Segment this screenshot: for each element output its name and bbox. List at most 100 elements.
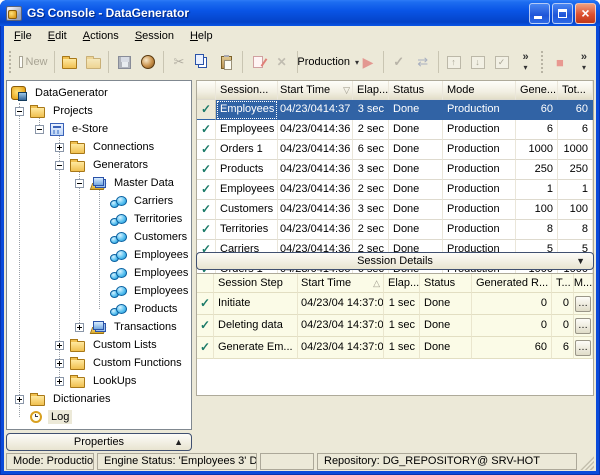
- menu-edit[interactable]: Edit: [40, 27, 75, 45]
- toolbar-grip[interactable]: [541, 51, 545, 73]
- edit-icon: [253, 56, 263, 68]
- ellipsis-button[interactable]: …: [575, 318, 591, 334]
- column-header-status[interactable]: Status: [389, 81, 443, 100]
- apply-button[interactable]: ✓: [387, 50, 411, 74]
- session-row[interactable]: ✓Employees04/23/0414:373 secDoneProducti…: [197, 100, 593, 120]
- export-up-button[interactable]: ↑: [442, 50, 466, 74]
- import-down-button[interactable]: ↓: [466, 50, 490, 74]
- cell-start-time: 04/23/04 14:37:04: [298, 315, 384, 337]
- close-button[interactable]: ×: [575, 3, 596, 24]
- tree-item-e-store[interactable]: e-Store: [7, 120, 191, 138]
- folder-up-button[interactable]: [81, 50, 105, 74]
- tree-item-territories[interactable]: Territories: [7, 210, 191, 228]
- column-header-elapsed[interactable]: Elap...: [384, 274, 420, 293]
- expand-icon[interactable]: [15, 395, 24, 404]
- check-column-header[interactable]: [197, 81, 216, 100]
- open-button[interactable]: [57, 50, 81, 74]
- tree-item-customers[interactable]: Customers: [7, 228, 191, 246]
- session-row[interactable]: ✓Employees04/23/0414:362 secDoneProducti…: [197, 180, 593, 200]
- tree-item-lookups[interactable]: LookUps: [7, 372, 191, 390]
- stop-button[interactable]: ■: [548, 50, 572, 74]
- properties-panel-button[interactable]: Properties ▲: [6, 433, 192, 451]
- column-header-session[interactable]: Session...: [216, 81, 278, 100]
- toolbar-grip[interactable]: [9, 51, 13, 73]
- session-step-row[interactable]: ✓Deleting data04/23/04 14:37:041 secDone…: [197, 315, 593, 337]
- session-details-panel-button[interactable]: Session Details ▼: [196, 252, 594, 270]
- tree-item-connections[interactable]: Connections: [7, 138, 191, 156]
- run-button[interactable]: ▶: [356, 50, 380, 74]
- column-header-generated[interactable]: Gene...: [516, 81, 558, 100]
- menu-session[interactable]: Session: [127, 27, 182, 45]
- menu-help[interactable]: Help: [182, 27, 221, 45]
- session-row[interactable]: ✓Territories04/23/0414:362 secDoneProduc…: [197, 220, 593, 240]
- collapse-icon[interactable]: [75, 179, 84, 188]
- session-row[interactable]: ✓Orders 104/23/0414:366 secDoneProductio…: [197, 140, 593, 160]
- minimize-button[interactable]: [529, 3, 550, 24]
- column-header-total[interactable]: Tot...: [558, 81, 593, 100]
- session-row[interactable]: ✓Employees04/23/0414:362 secDoneProducti…: [197, 120, 593, 140]
- tree-item-datagenerator[interactable]: DataGenerator: [7, 84, 191, 102]
- tree-item-employees-2[interactable]: Employees 2: [7, 264, 191, 282]
- session-step-row[interactable]: ✓Initiate04/23/04 14:37:031 secDone00…: [197, 293, 593, 315]
- session-row[interactable]: ✓Products04/23/0414:363 secDoneProductio…: [197, 160, 593, 180]
- delete-button[interactable]: ✕: [270, 50, 294, 74]
- expand-icon[interactable]: [55, 143, 64, 152]
- tree-item-generators[interactable]: Generators: [7, 156, 191, 174]
- swap-button[interactable]: ⇄: [411, 50, 435, 74]
- ellipsis-button[interactable]: …: [575, 296, 591, 312]
- data-stack-icon: [90, 177, 107, 190]
- title-bar[interactable]: GS Console - DataGenerator ×: [0, 0, 600, 26]
- tree-item-employees-1[interactable]: Employees 1: [7, 246, 191, 264]
- expand-icon[interactable]: [55, 341, 64, 350]
- tree-item-log[interactable]: Log: [7, 408, 191, 426]
- toolbar-overflow-button[interactable]: »▾: [572, 50, 596, 74]
- column-header-elapsed[interactable]: Elap...: [353, 81, 389, 100]
- menu-actions[interactable]: Actions: [75, 27, 127, 45]
- expand-icon[interactable]: [55, 359, 64, 368]
- column-header-start-time[interactable]: Start Time△: [298, 274, 384, 293]
- deploy-button[interactable]: [136, 50, 160, 74]
- collapse-icon[interactable]: [55, 161, 64, 170]
- tree-item-employees-3[interactable]: Employees 3: [7, 282, 191, 300]
- column-header-session-step[interactable]: Session Step: [214, 274, 298, 293]
- save-button[interactable]: [112, 50, 136, 74]
- column-header-m[interactable]: M...: [574, 274, 593, 293]
- check-column-header[interactable]: [197, 274, 214, 293]
- production-dropdown[interactable]: Production▾: [301, 50, 356, 74]
- expand-icon[interactable]: [75, 323, 84, 332]
- session-row[interactable]: ✓Customers04/23/0414:363 secDoneProducti…: [197, 200, 593, 220]
- copy-button[interactable]: [191, 50, 215, 74]
- menu-file[interactable]: File: [6, 27, 40, 45]
- tree-item-custom-functions[interactable]: Custom Functions: [7, 354, 191, 372]
- column-header-generated-rows[interactable]: Generated R...: [472, 274, 552, 293]
- check-icon: ✓: [200, 296, 210, 310]
- tree-item-transactions[interactable]: Transactions: [7, 318, 191, 336]
- session-step-row[interactable]: ✓Generate Em...04/23/04 14:37:051 secDon…: [197, 337, 593, 359]
- tree-item-projects[interactable]: Projects: [7, 102, 191, 120]
- tree-item-custom-lists[interactable]: Custom Lists: [7, 336, 191, 354]
- tree-item-dictionaries[interactable]: Dictionaries: [7, 390, 191, 408]
- collapse-icon[interactable]: [15, 107, 24, 116]
- cut-button[interactable]: ✂: [167, 50, 191, 74]
- ellipsis-button[interactable]: …: [575, 340, 591, 356]
- resize-grip[interactable]: [580, 453, 594, 470]
- paste-button[interactable]: [215, 50, 239, 74]
- expand-icon[interactable]: [55, 377, 64, 386]
- column-header-start-time[interactable]: Start Time▽: [278, 81, 353, 100]
- maximize-button[interactable]: [552, 3, 573, 24]
- tree-item-master-data[interactable]: Master Data: [7, 174, 191, 192]
- cell-start-time: 04/23/0414:36: [278, 140, 353, 160]
- column-header-status[interactable]: Status: [420, 274, 472, 293]
- generator-icon: [110, 231, 127, 244]
- cell-more: …: [574, 293, 593, 315]
- tree-item-products[interactable]: Products: [7, 300, 191, 318]
- column-header-mode[interactable]: Mode: [443, 81, 516, 100]
- cell-check: ✓: [197, 160, 216, 180]
- column-header-t[interactable]: T...: [552, 274, 574, 293]
- toolbar-overflow-button[interactable]: »▾: [514, 50, 538, 74]
- checkbox-button[interactable]: ✓: [490, 50, 514, 74]
- collapse-icon[interactable]: [35, 125, 44, 134]
- tree-item-carriers[interactable]: Carriers: [7, 192, 191, 210]
- new-button[interactable]: New: [16, 50, 50, 74]
- edit-button[interactable]: [246, 50, 270, 74]
